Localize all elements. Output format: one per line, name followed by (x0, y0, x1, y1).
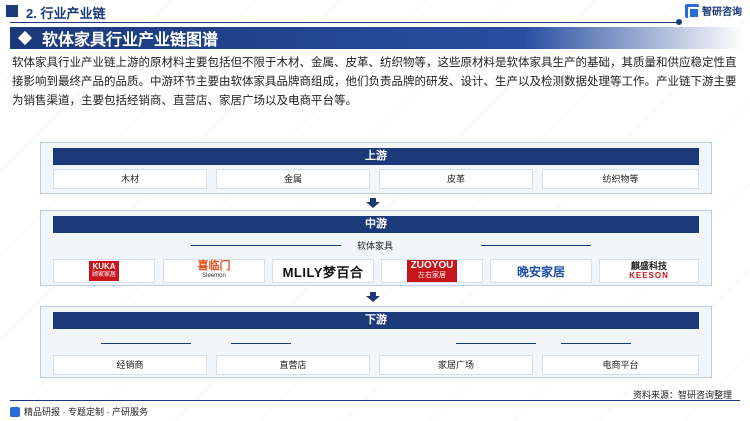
section-header: 2. 行业产业链 智研咨询 (0, 0, 750, 25)
midstream-header: 中游 (53, 216, 699, 233)
brand-mlily-logo: MLILY梦百合 (272, 259, 374, 283)
brand-name: ZUOYOU (410, 260, 454, 271)
upstream-item: 皮革 (379, 169, 533, 189)
upstream-header: 上游 (53, 148, 699, 165)
header-divider-dot (676, 19, 682, 25)
page-title: 软体家具行业产业链图谱 (42, 32, 219, 49)
footer-text: 精品研报 · 专题定制 · 产研服务 (24, 407, 148, 417)
upstream-item: 纺织物等 (542, 169, 699, 189)
subtitle-line-right (481, 245, 591, 246)
brand-kuka-logo: KUKA 顾家家居 (53, 259, 155, 283)
header-divider (10, 22, 680, 23)
midstream-subtitle: 软体家具 (357, 241, 394, 251)
divider-line (561, 343, 631, 344)
brand-sub: KEESON (629, 271, 669, 280)
intro-paragraph: 软体家具行业产业链上游的原材料主要包括但不限于木材、金属、皮革、纺织物等，这些原… (12, 57, 737, 107)
brand-logo[interactable]: 智研咨询 (685, 3, 742, 19)
upstream-item: 金属 (216, 169, 370, 189)
footer-logo-icon (10, 406, 20, 417)
brand-name: MLILY梦百合 (282, 264, 364, 280)
divider-line (101, 343, 191, 344)
down-arrow-icon (366, 292, 380, 302)
brand-sub: 左右家居 (418, 272, 446, 279)
section-marker-icon (6, 5, 18, 17)
brand-sleemon-logo: 喜临门 Sleemon (163, 259, 265, 283)
diamond-icon (17, 30, 33, 46)
upstream-panel: 上游 木材 金属 皮革 纺织物等 (40, 142, 712, 194)
brand-name: KUKA (92, 262, 116, 271)
downstream-header: 下游 (53, 312, 699, 329)
down-arrow-icon (366, 198, 380, 208)
footer-divider (10, 400, 740, 401)
downstream-item: 电商平台 (542, 355, 699, 375)
downstream-panel: 下游 经销商 直营店 家居广场 电商平台 (40, 306, 712, 378)
midstream-panel: 中游 软体家具 KUKA 顾家家居 喜临门 Sleemon MLILY梦百合 ZUO… (40, 210, 712, 286)
downstream-item: 家居广场 (379, 355, 533, 375)
logo-icon (685, 3, 700, 19)
brand-zuoyou-logo: ZUOYOU 左右家居 (381, 259, 483, 283)
downstream-item: 直营店 (216, 355, 370, 375)
brand-wanan-logo: 晚安家居 (490, 259, 592, 283)
downstream-item: 经销商 (53, 355, 207, 375)
page-title-bar: 软体家具行业产业链图谱 (10, 27, 744, 49)
brand-name: 晚安家居 (516, 264, 565, 279)
upstream-item: 木材 (53, 169, 207, 189)
brand-keeson-logo: 麒盛科技 KEESON (599, 259, 699, 283)
logo-text: 智研咨询 (702, 7, 742, 18)
divider-line (231, 343, 291, 344)
divider-line (456, 343, 536, 344)
brand-sub: Sleemon (202, 273, 226, 279)
subtitle-line-left (191, 245, 341, 246)
section-title: 2. 行业产业链 (26, 6, 106, 21)
brand-name: 麒盛科技 (630, 261, 667, 271)
footer-tagline: 精品研报 · 专题定制 · 产研服务 (10, 405, 148, 418)
brand-sub: 顾家家居 (91, 272, 116, 278)
